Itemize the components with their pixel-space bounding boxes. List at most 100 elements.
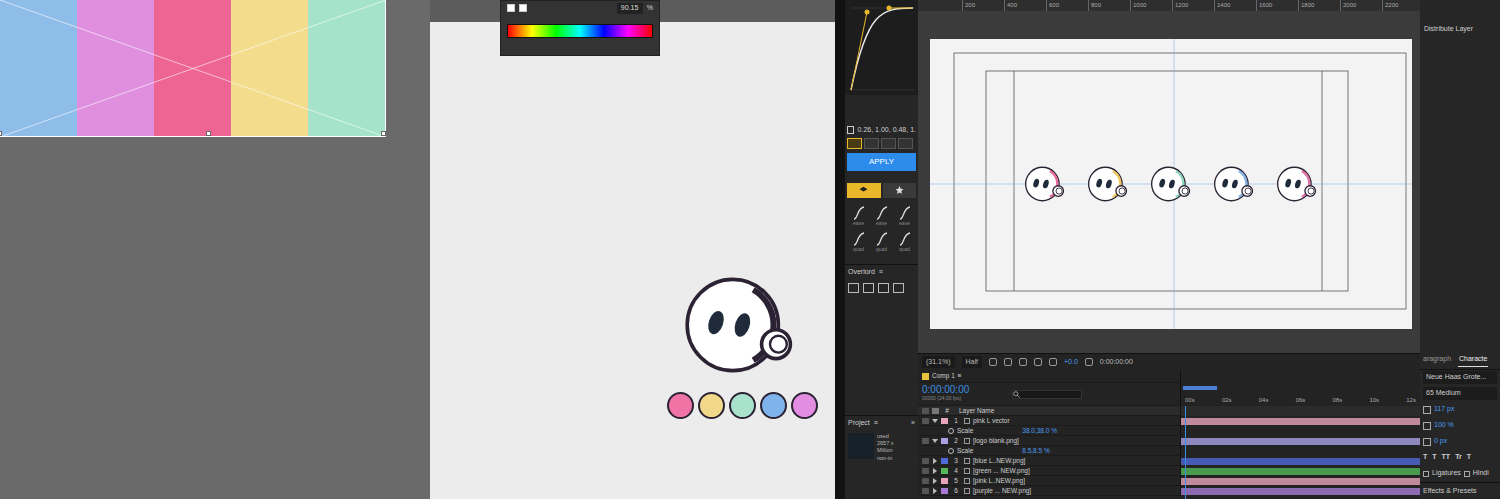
stopwatch-icon[interactable]: [948, 428, 954, 434]
option-label[interactable]: Ligatures: [1432, 468, 1461, 479]
swatch-stripe[interactable]: [77, 0, 154, 136]
comp-name[interactable]: Comp 1: [932, 371, 955, 381]
preset-button[interactable]: quad: [893, 232, 916, 252]
layer-name[interactable]: [purple ... NEW.png]: [973, 486, 1031, 495]
color-picker[interactable]: 90.15%: [500, 0, 660, 56]
overlord-tool-icon[interactable]: [863, 283, 874, 293]
layer-track[interactable]: [1180, 436, 1420, 446]
layer-name-column[interactable]: Layer Name: [959, 406, 994, 415]
resolution-dropdown[interactable]: Half: [962, 356, 982, 369]
label-color[interactable]: [941, 458, 948, 464]
layer-track[interactable]: [1180, 486, 1420, 496]
eye-icon[interactable]: [922, 488, 929, 494]
option-checkbox[interactable]: [1464, 471, 1470, 477]
mode-button[interactable]: [881, 138, 896, 149]
font-family-dropdown[interactable]: Neue Haas Grote...: [1423, 371, 1497, 384]
selection-handle[interactable]: [0, 131, 2, 136]
viewer-option-icon[interactable]: [1004, 358, 1012, 366]
panel-tab[interactable]: aragraph: [1422, 353, 1452, 367]
layer-row[interactable]: 4[green ... NEW.png]: [918, 466, 1420, 476]
type-style-button[interactable]: TT: [1442, 452, 1451, 463]
layer-bar[interactable]: [1181, 458, 1420, 465]
swatch-stripe[interactable]: [154, 0, 231, 136]
label-color[interactable]: [941, 478, 948, 484]
effects-presets-header[interactable]: Effects & Presets: [1420, 482, 1500, 499]
work-area-bar[interactable]: [1183, 386, 1217, 390]
color-dot[interactable]: [698, 392, 725, 419]
eye-icon[interactable]: [922, 468, 929, 474]
preset-button[interactable]: ease: [847, 206, 870, 226]
layer-bar[interactable]: [1181, 468, 1420, 475]
current-time-value[interactable]: 0:00:00:00: [922, 385, 969, 395]
expand-arrow-icon[interactable]: [933, 468, 937, 474]
preset-button[interactable]: ease: [870, 206, 893, 226]
expand-arrow-icon[interactable]: [932, 419, 938, 423]
project-more[interactable]: »: [911, 418, 915, 429]
color-swatch[interactable]: [0, 0, 386, 137]
layer-track[interactable]: [1180, 416, 1420, 426]
color-dot[interactable]: [760, 392, 787, 419]
color-dot[interactable]: [667, 392, 694, 419]
curve-values-text[interactable]: 0.26, 1.00, 0.48, 1.: [858, 125, 916, 136]
color-dot[interactable]: [791, 392, 818, 419]
copy-icon[interactable]: [847, 126, 854, 134]
opacity-field[interactable]: 90.15: [617, 3, 643, 14]
apply-button[interactable]: APPLY: [847, 153, 916, 171]
zoom-dropdown[interactable]: (31.1%): [922, 356, 955, 369]
timeline-tab[interactable]: Comp 1≡: [918, 370, 1180, 383]
mode-button[interactable]: [898, 138, 913, 149]
preset-tab[interactable]: [883, 183, 917, 198]
label-color[interactable]: [941, 468, 948, 474]
overlord-tool-icon[interactable]: [878, 283, 889, 293]
preset-button[interactable]: ease: [893, 206, 916, 226]
layer-row[interactable]: 5[pink L..NEW.png]: [918, 476, 1420, 486]
preset-button[interactable]: quad: [870, 232, 893, 252]
type-style-button[interactable]: T: [1423, 452, 1427, 463]
snapshot-icon[interactable]: [1085, 358, 1093, 366]
layer-row[interactable]: 6[purple ... NEW.png]: [918, 486, 1420, 496]
layer-bar[interactable]: [1181, 438, 1420, 445]
option-checkbox[interactable]: [1423, 471, 1429, 477]
layer-bar[interactable]: [1181, 478, 1420, 485]
label-color[interactable]: [941, 488, 948, 494]
scale-value[interactable]: 100 %: [1434, 420, 1454, 431]
viewer-option-icon[interactable]: [1019, 358, 1027, 366]
option-label[interactable]: Hindi: [1473, 468, 1489, 479]
type-style-button[interactable]: T: [1467, 452, 1471, 463]
selection-handle[interactable]: [206, 131, 211, 136]
type-style-button[interactable]: T: [1432, 452, 1436, 463]
layer-track[interactable]: [1180, 456, 1420, 466]
layer-track[interactable]: [1180, 476, 1420, 486]
project-menu[interactable]: ≡: [874, 418, 878, 429]
layer-name[interactable]: [blue L..NEW.png]: [973, 456, 1025, 465]
label-color[interactable]: [941, 438, 948, 444]
white-swatch-icon[interactable]: [519, 4, 527, 12]
layer-name[interactable]: [green ... NEW.png]: [973, 466, 1030, 475]
layer-row[interactable]: 2[logo blank.png]: [918, 436, 1420, 446]
eye-icon[interactable]: [922, 458, 929, 464]
overlord-title[interactable]: Overlord: [848, 267, 875, 278]
baseline-value[interactable]: 0 px: [1434, 436, 1447, 447]
panel-tab[interactable]: Characte: [1458, 353, 1488, 367]
eye-icon[interactable]: [922, 418, 929, 424]
font-size-value[interactable]: 117 px: [1434, 404, 1455, 415]
swatch-stripe[interactable]: [308, 0, 385, 136]
project-title[interactable]: Project: [848, 418, 870, 429]
layer-name[interactable]: [logo blank.png]: [973, 436, 1019, 445]
overlord-tool-icon[interactable]: [848, 283, 859, 293]
layer-track[interactable]: [1180, 466, 1420, 476]
mode-button[interactable]: [847, 138, 862, 149]
expand-arrow-icon[interactable]: [933, 458, 937, 464]
viewer-option-icon[interactable]: [1034, 358, 1042, 366]
mode-button[interactable]: [864, 138, 879, 149]
layer-search[interactable]: [1012, 390, 1082, 399]
property-value[interactable]: 38.0,38.0 %: [1022, 426, 1057, 435]
color-dot[interactable]: [729, 392, 756, 419]
comp-menu[interactable]: ≡: [958, 371, 962, 381]
preset-button[interactable]: quad: [847, 232, 870, 252]
overlord-tool-icon[interactable]: [893, 283, 904, 293]
playhead[interactable]: [1185, 406, 1186, 499]
current-time[interactable]: 0:00:00:0000000 (24.00 fps): [922, 385, 969, 403]
composition[interactable]: [930, 39, 1412, 329]
stopwatch-icon[interactable]: [948, 448, 954, 454]
